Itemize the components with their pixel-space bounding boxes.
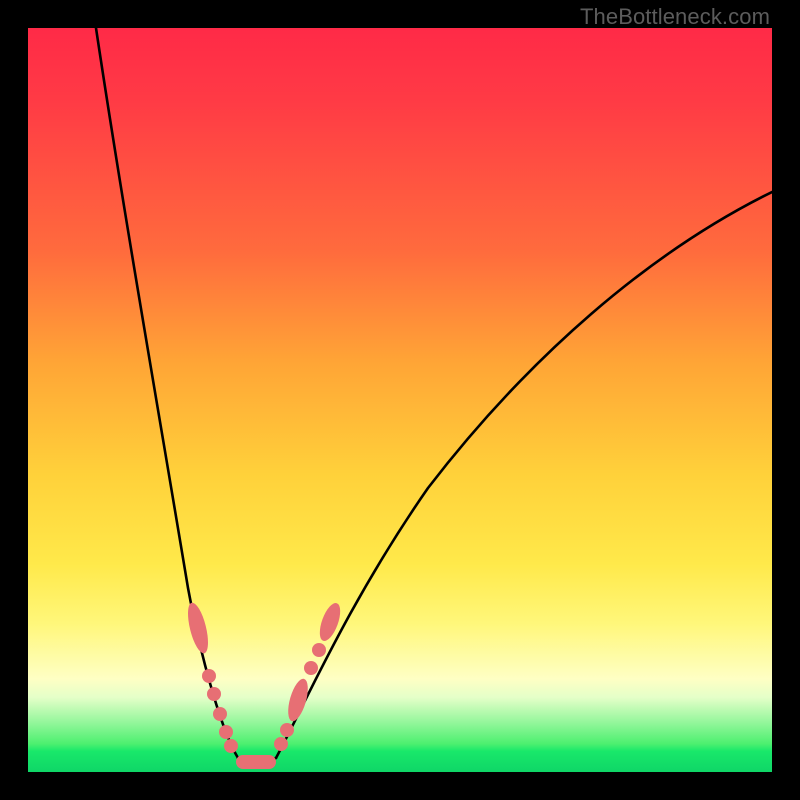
marker-dot	[274, 737, 288, 751]
marker-dot	[213, 707, 227, 721]
marker-right-pill-upper	[316, 600, 345, 643]
watermark-label: TheBottleneck.com	[580, 4, 770, 30]
curve-right-branch	[276, 192, 772, 758]
chart-frame: TheBottleneck.com	[0, 0, 800, 800]
marker-dot	[224, 739, 238, 753]
marker-dot	[312, 643, 326, 657]
marker-right-pill-lower	[284, 677, 312, 724]
marker-dot	[207, 687, 221, 701]
curve-left-branch	[96, 28, 238, 758]
marker-floor-pill	[236, 755, 276, 769]
marker-left-pill	[184, 601, 212, 655]
marker-dot	[304, 661, 318, 675]
chart-overlay	[28, 28, 772, 772]
marker-dot	[202, 669, 216, 683]
marker-dot	[219, 725, 233, 739]
marker-dot	[280, 723, 294, 737]
